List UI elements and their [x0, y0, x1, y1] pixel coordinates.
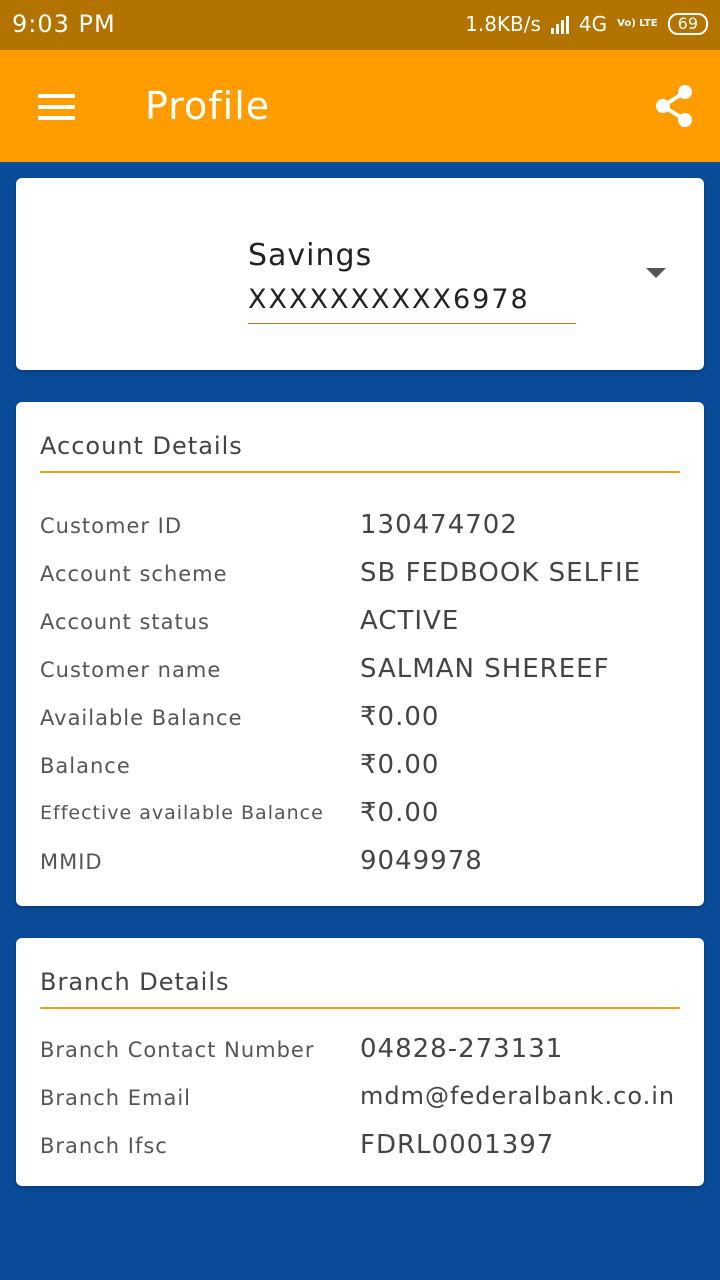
account-number: XXXXXXXXXX6978	[248, 284, 530, 315]
detail-label: Customer ID	[40, 514, 183, 538]
detail-row-account-status: Account status ACTIVE	[40, 604, 690, 644]
menu-icon[interactable]	[38, 94, 75, 120]
account-type: Savings	[248, 238, 373, 273]
selector-underline	[248, 323, 576, 324]
detail-label: MMID	[40, 850, 103, 874]
network-type: 4G	[578, 12, 608, 36]
detail-value: 9049978	[360, 846, 483, 876]
detail-label: Branch Contact Number	[40, 1038, 315, 1062]
section-title: Account Details	[40, 432, 243, 460]
status-icons: 1.8KB/s 4G Vo) LTE 69	[465, 12, 708, 36]
detail-value: ₹0.00	[360, 750, 440, 780]
detail-row-balance: Balance ₹0.00	[40, 748, 690, 788]
detail-value: ACTIVE	[360, 606, 460, 636]
detail-label: Branch Email	[40, 1086, 192, 1110]
detail-value: mdm@federalbank.co.in	[360, 1082, 676, 1110]
status-bar: 9:03 PM 1.8KB/s 4G Vo) LTE 69	[0, 0, 720, 50]
volte-icon: Vo) LTE	[617, 18, 658, 29]
detail-row-account-scheme: Account scheme SB FEDBOOK SELFIE	[40, 556, 690, 596]
detail-value: 130474702	[360, 510, 518, 540]
detail-row-customer-id: Customer ID 130474702	[40, 508, 690, 548]
account-selector[interactable]: Savings XXXXXXXXXX6978	[16, 178, 704, 370]
detail-row-effective-balance: Effective available Balance ₹0.00	[40, 796, 690, 836]
network-speed: 1.8KB/s	[465, 12, 541, 36]
detail-row-branch-email: Branch Email mdm@federalbank.co.in	[40, 1080, 690, 1120]
section-title: Branch Details	[40, 968, 230, 996]
dropdown-arrow-icon[interactable]	[646, 268, 666, 278]
branch-details-card: Branch Details Branch Contact Number 048…	[16, 938, 704, 1186]
signal-icon	[550, 14, 569, 34]
detail-label: Balance	[40, 754, 131, 778]
app-bar: Profile	[0, 50, 720, 162]
detail-label: Account status	[40, 610, 210, 634]
detail-row-branch-ifsc: Branch Ifsc FDRL0001397	[40, 1128, 690, 1168]
share-icon[interactable]	[654, 84, 694, 128]
detail-label: Customer name	[40, 658, 222, 682]
detail-value: ₹0.00	[360, 798, 440, 828]
account-details-card: Account Details Customer ID 130474702 Ac…	[16, 402, 704, 906]
detail-row-mmid: MMID 9049978	[40, 844, 690, 884]
detail-label: Effective available Balance	[40, 802, 324, 824]
detail-value: SB FEDBOOK SELFIE	[360, 558, 642, 588]
detail-row-customer-name: Customer name SALMAN SHEREEF	[40, 652, 690, 692]
page-title: Profile	[145, 84, 271, 128]
detail-label: Account scheme	[40, 562, 228, 586]
section-divider	[40, 471, 680, 473]
status-time: 9:03 PM	[12, 10, 116, 38]
detail-label: Branch Ifsc	[40, 1134, 168, 1158]
detail-value: ₹0.00	[360, 702, 440, 732]
battery-icon: 69	[667, 13, 708, 35]
detail-value: 04828-273131	[360, 1034, 564, 1064]
detail-label: Available Balance	[40, 706, 243, 730]
detail-value: FDRL0001397	[360, 1130, 555, 1160]
detail-row-available-balance: Available Balance ₹0.00	[40, 700, 690, 740]
section-divider	[40, 1007, 680, 1009]
detail-row-branch-contact: Branch Contact Number 04828-273131	[40, 1032, 690, 1072]
detail-value: SALMAN SHEREEF	[360, 654, 610, 684]
